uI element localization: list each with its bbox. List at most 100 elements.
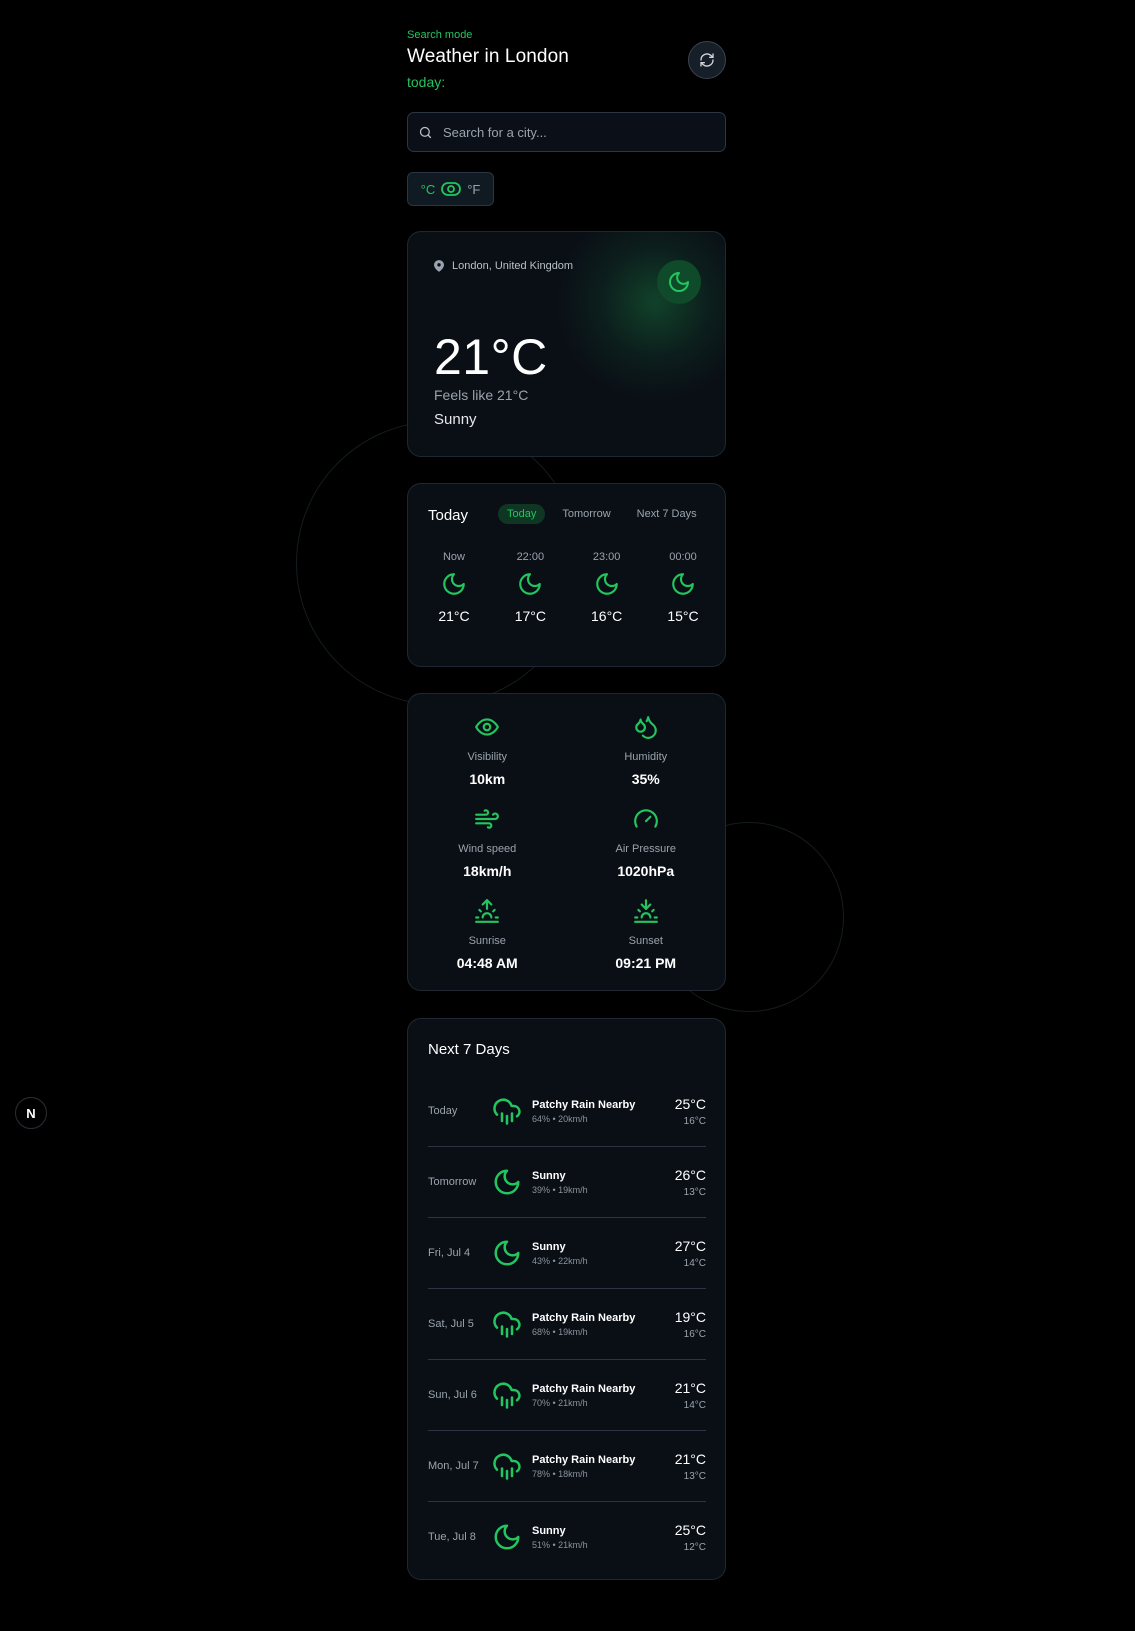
forecast-row: Sun, Jul 6 Patchy Rain Nearby 70% • 21km… [428,1360,706,1431]
moon-icon [669,272,689,292]
moon-icon [494,1240,520,1266]
forecast-description: Patchy Rain Nearby 70% • 21km/h [532,1383,675,1408]
location: London, United Kingdom [434,260,573,272]
hourly-list: Now 21°C 22:00 17°C 23:00 16°C 00:00 15°… [422,551,715,624]
hour-time: 00:00 [669,551,697,563]
tab-next-7-days[interactable]: Next 7 Days [628,504,706,524]
header: Search mode Weather in London today: [407,28,726,112]
moon-icon [519,573,542,595]
forecast-row: Fri, Jul 4 Sunny 43% • 22km/h 27°C 14°C [428,1218,706,1289]
forecast-low: 12°C [683,1541,706,1553]
forecast-high: 21°C [674,1450,706,1467]
details-grid: Visibility 10km Humidity 35% Wind speed … [408,714,725,976]
forecast-title: Next 7 Days [428,1041,510,1058]
refresh-button[interactable] [688,41,726,79]
forecast-condition: Sunny [532,1524,566,1537]
weather-app: Search mode Weather in London today: °C … [407,28,726,1580]
wind-icon [475,809,500,829]
detail-value: 10km [469,771,506,787]
hourly-title: Today [428,507,469,524]
forecast-temps: 25°C 12°C [675,1522,706,1553]
hour-item: Now 21°C [422,551,486,624]
forecast-temps: 27°C 14°C [675,1238,706,1269]
forecast-condition: Sunny [532,1169,566,1182]
forecast-low: 16°C [683,1115,706,1127]
sunrise-icon [475,899,500,923]
cloud-rain-icon [493,1453,521,1480]
forecast-condition: Sunny [532,1240,566,1253]
condition-badge [657,260,701,304]
tab-tomorrow[interactable]: Tomorrow [553,504,619,524]
unit-toggle[interactable]: °C °F [407,172,494,206]
detail-humidity: Humidity 35% [567,714,726,792]
moon-icon [595,573,618,595]
forecast-day: Tomorrow [428,1176,477,1188]
hour-time: 22:00 [516,551,545,563]
hour-temp: 17°C [514,608,546,624]
current-temperature: 21°C [434,329,548,385]
weather-details-card: Visibility 10km Humidity 35% Wind speed … [407,693,726,991]
forecast-condition: Patchy Rain Nearby [532,1382,636,1395]
moon-icon [494,1169,520,1195]
detail-label: Visibility [467,751,508,763]
detail-label: Sunset [628,935,663,947]
hour-time: Now [442,551,465,563]
forecast-row: Tomorrow Sunny 39% • 19km/h 26°C 13°C [428,1147,706,1218]
gauge-icon [633,809,658,828]
forecast-high: 25°C [674,1521,706,1538]
forecast-description: Patchy Rain Nearby 64% • 20km/h [532,1099,675,1124]
forecast-temps: 21°C 14°C [675,1380,706,1411]
mode-label: Search mode [407,29,473,41]
forecast-low: 14°C [683,1399,706,1411]
forecast-low: 16°C [683,1328,706,1340]
moon-icon [672,573,694,595]
detail-label: Air Pressure [615,843,677,855]
detail-label: Wind speed [458,843,517,855]
hour-temp: 21°C [438,608,470,624]
forecast-description: Sunny 51% • 21km/h [532,1525,675,1550]
forecast-row: Mon, Jul 7 Patchy Rain Nearby 78% • 18km… [428,1431,706,1502]
hour-item: 23:00 16°C [575,551,639,624]
droplets-icon [634,716,657,739]
forecast-tabs: Today Tomorrow Next 7 Days [498,504,714,524]
detail-air-pressure: Air Pressure 1020hPa [567,806,726,884]
page-title: Weather in London [407,46,569,67]
current-weather-card: London, United Kingdom 21°C Feels like 2… [407,231,726,457]
moon-icon [494,1524,520,1550]
forecast-low: 13°C [683,1470,706,1482]
forecast-list: Today Patchy Rain Nearby 64% • 20km/h 25… [428,1076,706,1572]
forecast-meta: 51% • 21km/h [532,1539,588,1550]
moon-icon [443,573,465,595]
forecast-meta: 68% • 19km/h [532,1326,588,1337]
forecast-day: Mon, Jul 7 [428,1460,479,1472]
search-input[interactable] [441,123,705,141]
hourly-forecast-card: Today Today Tomorrow Next 7 Days Now 21°… [407,483,726,667]
forecast-high: 26°C [674,1166,706,1183]
tab-today[interactable]: Today [498,504,546,524]
forecast-condition: Patchy Rain Nearby [532,1311,636,1324]
detail-value: 35% [631,771,660,787]
toggle-switch-icon[interactable] [441,182,462,196]
forecast-description: Patchy Rain Nearby 68% • 19km/h [532,1312,675,1337]
forecast-meta: 70% • 21km/h [532,1397,588,1408]
forecast-description: Sunny 43% • 22km/h [532,1241,675,1266]
celsius-label: °C [420,181,436,197]
forecast-day: Tue, Jul 8 [428,1531,476,1543]
badge-letter: N [26,1105,36,1121]
detail-value: 18km/h [463,863,512,879]
refresh-icon [700,53,714,67]
forecast-high: 21°C [674,1379,706,1396]
cloud-rain-icon [493,1382,521,1409]
nextjs-dev-badge[interactable]: N [15,1097,47,1129]
forecast-high: 25°C [674,1095,706,1112]
forecast-meta: 78% • 18km/h [532,1468,588,1479]
forecast-description: Patchy Rain Nearby 78% • 18km/h [532,1454,675,1479]
detail-visibility: Visibility 10km [408,714,567,792]
search-bar[interactable] [407,112,726,152]
detail-value: 1020hPa [617,863,675,879]
cloud-rain-icon [493,1311,521,1338]
forecast-description: Sunny 39% • 19km/h [532,1170,675,1195]
day-label: today: [407,74,446,90]
sunset-icon [633,899,658,923]
map-pin-icon [434,260,444,272]
